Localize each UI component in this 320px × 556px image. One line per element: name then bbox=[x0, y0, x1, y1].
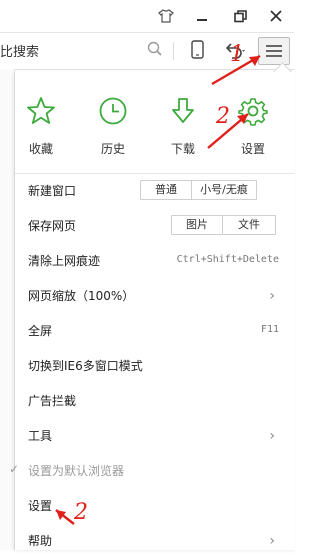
annotation-number-1: 1 bbox=[230, 42, 244, 67]
annotation-arrows bbox=[55, 54, 261, 525]
annotation-number-2: 2 bbox=[216, 104, 230, 129]
annotation-number-2b: 2 bbox=[74, 500, 88, 525]
